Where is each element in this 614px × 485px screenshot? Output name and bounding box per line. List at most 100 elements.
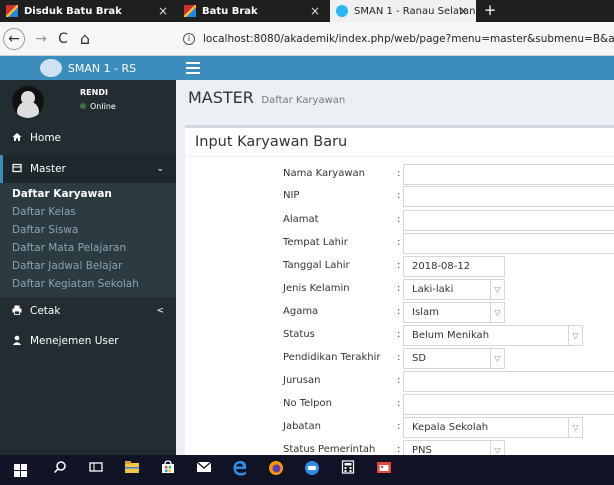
forward-button[interactable]: → bbox=[30, 28, 52, 50]
calculator-icon[interactable] bbox=[338, 460, 358, 480]
avatar bbox=[12, 86, 44, 118]
back-button[interactable]: ← bbox=[3, 28, 25, 50]
edge-browser-icon[interactable] bbox=[230, 460, 250, 480]
user-panel: RENDI Online bbox=[0, 80, 176, 122]
file-explorer-icon[interactable] bbox=[122, 460, 142, 480]
app-logo[interactable]: SMAN 1 - RS bbox=[0, 56, 176, 80]
jurusan-field[interactable] bbox=[403, 371, 614, 392]
field-colon: : bbox=[397, 375, 401, 386]
field-colon: : bbox=[397, 398, 401, 409]
jenis-kelamin-select[interactable]: Laki-laki ▽ bbox=[403, 279, 505, 300]
sidebar-item-label: Menejemen User bbox=[30, 335, 119, 347]
windows-icon bbox=[13, 464, 27, 477]
firefox-icon[interactable] bbox=[266, 460, 286, 480]
print-icon bbox=[12, 305, 22, 318]
nama-karyawan-field[interactable] bbox=[403, 164, 614, 185]
close-tab-icon[interactable]: × bbox=[158, 4, 168, 18]
chevron-down-icon: ▽ bbox=[568, 418, 582, 437]
store-icon[interactable] bbox=[158, 460, 178, 480]
field-colon: : bbox=[397, 168, 401, 179]
sidebar-item-daftar-kegiatan-sekolah[interactable]: Daftar Kegiatan Sekolah bbox=[0, 275, 176, 293]
field-label: Nama Karyawan bbox=[283, 168, 365, 179]
jabatan-select[interactable]: Kepala Sekolah ▽ bbox=[403, 417, 583, 438]
form-row-status: Status : Belum Menikah ▽ bbox=[185, 325, 614, 347]
sidebar-item-daftar-kelas[interactable]: Daftar Kelas bbox=[0, 203, 176, 221]
home-button[interactable]: ⌂ bbox=[74, 28, 96, 50]
chevron-down-icon: ▽ bbox=[490, 441, 504, 455]
book-icon bbox=[12, 163, 22, 176]
browser-tab-disduk[interactable]: Disduk Batu Brak × bbox=[0, 0, 176, 22]
chevron-down-icon: ▽ bbox=[490, 303, 504, 322]
select-value: Kepala Sekolah bbox=[412, 422, 489, 433]
field-label: Agama bbox=[283, 306, 319, 317]
browser-tab-sman[interactable]: SMAN 1 - Ranau Selatan × bbox=[330, 0, 476, 22]
field-colon: : bbox=[397, 306, 401, 317]
search-icon[interactable] bbox=[50, 460, 70, 480]
site-favicon-icon bbox=[184, 5, 196, 17]
select-value: Islam bbox=[412, 307, 439, 318]
chevron-left-icon: < bbox=[156, 306, 164, 316]
field-label: Pendidikan Terakhir bbox=[283, 352, 381, 363]
user-name: RENDI bbox=[80, 88, 108, 97]
sidebar: RENDI Online Home Master ⌄ Daftar Karyaw… bbox=[0, 80, 176, 455]
info-icon[interactable]: i bbox=[183, 33, 195, 45]
tab-title: Disduk Batu Brak bbox=[24, 5, 122, 17]
school-emblem-icon bbox=[39, 59, 62, 77]
sidebar-item-master[interactable]: Master ⌄ bbox=[0, 155, 176, 183]
tempat-lahir-field[interactable] bbox=[403, 233, 614, 254]
alamat-field[interactable] bbox=[403, 210, 614, 231]
field-label: Status bbox=[283, 329, 315, 340]
nip-field[interactable] bbox=[403, 186, 614, 207]
box-title: Input Karyawan Baru bbox=[195, 134, 348, 150]
user-status: Online bbox=[80, 102, 116, 111]
chevron-down-icon: ▽ bbox=[490, 349, 504, 368]
sidebar-item-label: Home bbox=[30, 132, 62, 144]
no-telpon-field[interactable] bbox=[403, 394, 614, 415]
field-colon: : bbox=[397, 421, 401, 432]
address-bar[interactable]: i localhost:8080/akademik/index.php/web/… bbox=[183, 28, 614, 50]
site-favicon-icon bbox=[6, 5, 18, 17]
field-label: Alamat bbox=[283, 214, 319, 225]
browser-tab-batu-brak[interactable]: Batu Brak × bbox=[178, 0, 328, 22]
menu-toggle-icon[interactable] bbox=[186, 62, 200, 74]
master-submenu: Daftar Karyawan Daftar Kelas Daftar Sisw… bbox=[0, 183, 176, 297]
sidebar-item-daftar-mata-pelajaran[interactable]: Daftar Mata Pelajaran bbox=[0, 239, 176, 257]
start-button[interactable] bbox=[10, 460, 30, 480]
tanggal-lahir-field[interactable]: 2018-08-12 bbox=[403, 256, 505, 277]
chat-app-icon[interactable] bbox=[302, 460, 322, 480]
chevron-down-icon: ⌄ bbox=[156, 164, 164, 174]
field-colon: : bbox=[397, 237, 401, 248]
field-label: Jabatan bbox=[283, 421, 321, 432]
status-pemerintah-select[interactable]: PNS ▽ bbox=[403, 440, 505, 455]
pendidikan-select[interactable]: SD ▽ bbox=[403, 348, 505, 369]
sidebar-item-home[interactable]: Home bbox=[0, 124, 176, 152]
field-label: Status Pemerintah bbox=[283, 444, 376, 455]
new-tab-button[interactable]: + bbox=[480, 0, 500, 22]
reload-button[interactable]: C bbox=[52, 28, 74, 50]
field-colon: : bbox=[397, 214, 401, 225]
close-tab-icon[interactable]: × bbox=[458, 4, 468, 18]
form-row-tempat-lahir: Tempat Lahir : bbox=[185, 233, 614, 255]
task-view-icon[interactable] bbox=[86, 460, 106, 480]
image-viewer-icon[interactable] bbox=[374, 460, 394, 480]
status-select[interactable]: Belum Menikah ▽ bbox=[403, 325, 583, 346]
select-value: SD bbox=[412, 353, 427, 364]
input-karyawan-box: Input Karyawan Baru Nama Karyawan : NIP … bbox=[185, 125, 614, 455]
form-row-alamat: Alamat : bbox=[185, 210, 614, 232]
sidebar-item-daftar-karyawan[interactable]: Daftar Karyawan bbox=[0, 185, 176, 203]
taskbar bbox=[0, 455, 614, 485]
close-tab-icon[interactable]: × bbox=[310, 4, 320, 18]
sidebar-item-daftar-jadwal-belajar[interactable]: Daftar Jadwal Belajar bbox=[0, 257, 176, 275]
sidebar-item-label: Master bbox=[30, 163, 66, 175]
sidebar-item-daftar-siswa[interactable]: Daftar Siswa bbox=[0, 221, 176, 239]
field-colon: : bbox=[397, 190, 401, 201]
main-content: MASTER Daftar Karyawan Input Karyawan Ba… bbox=[176, 80, 614, 455]
sidebar-item-cetak[interactable]: Cetak < bbox=[0, 297, 176, 325]
mail-icon[interactable] bbox=[194, 460, 214, 480]
field-label: NIP bbox=[283, 190, 300, 201]
sidebar-item-menejemen-user[interactable]: Menejemen User bbox=[0, 327, 176, 355]
field-label: Tempat Lahir bbox=[283, 237, 348, 248]
field-colon: : bbox=[397, 260, 401, 271]
agama-select[interactable]: Islam ▽ bbox=[403, 302, 505, 323]
chevron-down-icon: ▽ bbox=[490, 280, 504, 299]
